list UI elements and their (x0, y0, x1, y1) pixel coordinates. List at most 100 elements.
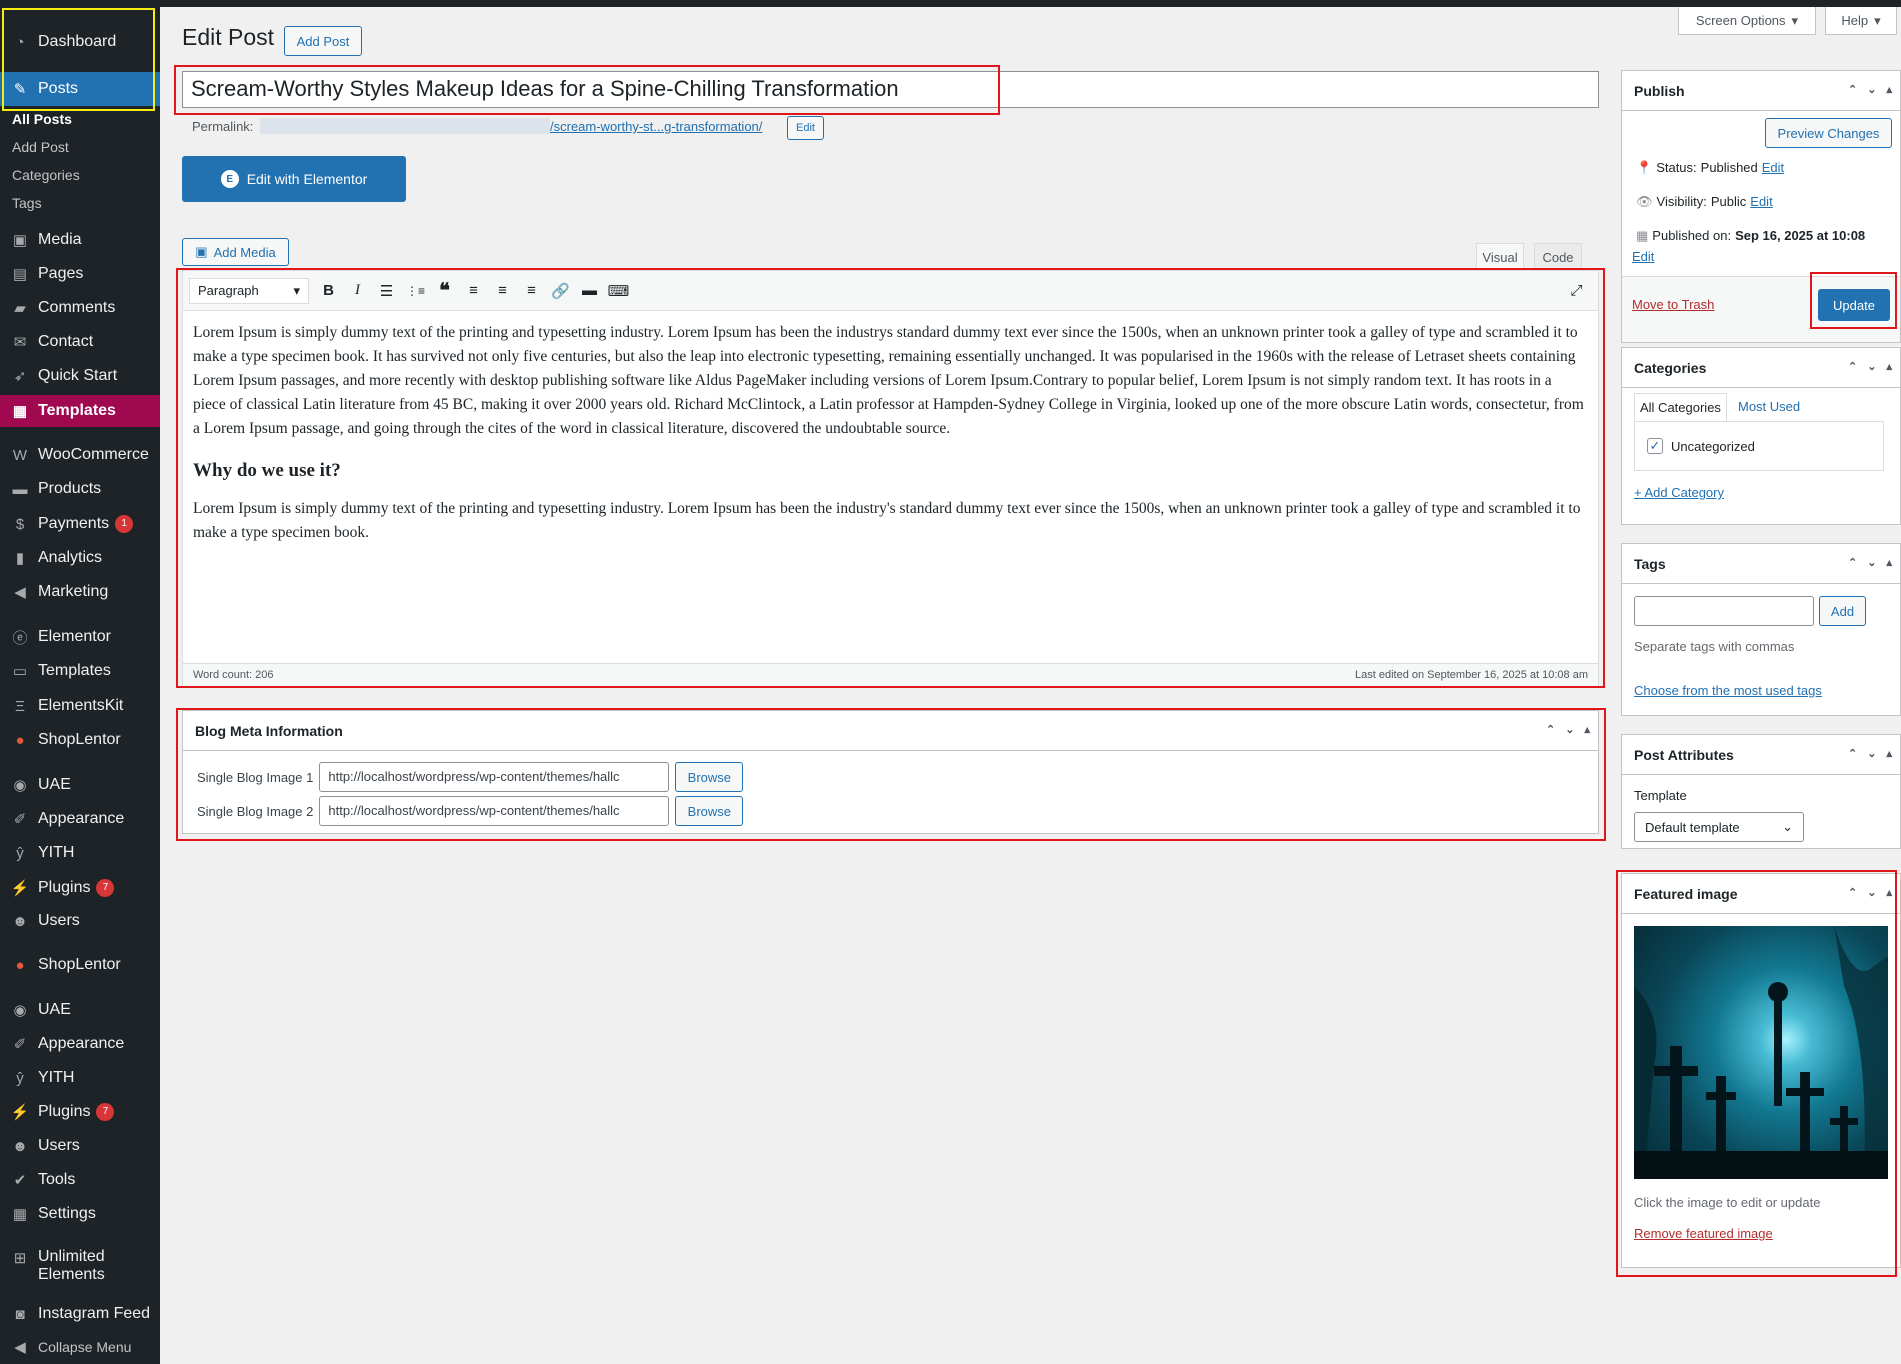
screen-options-button[interactable]: Screen Options ▾ (1678, 7, 1816, 35)
uae-icon: ◉ (13, 777, 27, 794)
status-edit-link[interactable]: Edit (1762, 160, 1784, 176)
sidebar-item-payments[interactable]: $ Payments 1 (0, 509, 160, 539)
move-up-icon[interactable]: ⌃ (1848, 360, 1857, 373)
permalink-label: Permalink: (192, 119, 254, 134)
products-icon: ▬ (12, 480, 28, 498)
sidebar-item-elementor-templates[interactable]: ▭ Templates (0, 656, 160, 686)
sidebar-item-elementor[interactable]: ⓔ Elementor (0, 622, 160, 652)
edit-with-elementor-button[interactable]: E Edit with Elementor (182, 156, 406, 202)
toggle-icon[interactable]: ▴ (1886, 83, 1892, 96)
tab-most-used[interactable]: Most Used (1738, 399, 1800, 414)
eye-icon: 👁 (1636, 194, 1653, 209)
sidebar-item-unlimited-elements[interactable]: ⊞ Unlimited Elements (0, 1244, 160, 1288)
shoplentor-icon: ● (15, 956, 25, 974)
highlight-dashboard-posts (2, 8, 155, 111)
sidebar-item-yith[interactable]: ŷ YITH (0, 838, 160, 868)
move-to-trash-link[interactable]: Move to Trash (1632, 297, 1714, 312)
toggle-icon[interactable]: ▴ (1886, 556, 1892, 569)
rocket-icon: ➶ (13, 368, 27, 385)
sidebar-item-comments[interactable]: ▰ Comments (0, 293, 160, 323)
sidebar-item-plugins-2[interactable]: ⚡ Plugins 7 (0, 1097, 160, 1127)
sidebar-item-uae-2[interactable]: ◉ UAE (0, 995, 160, 1025)
mail-icon: ✉ (13, 334, 27, 351)
highlight-blog-meta (176, 708, 1606, 841)
chart-icon: ▮ (15, 550, 25, 567)
sidebar-item-products[interactable]: ▬ Products (0, 474, 160, 504)
sidebar-item-appearance[interactable]: ✐ Appearance (0, 804, 160, 834)
sidebar-item-uae[interactable]: ◉ UAE (0, 770, 160, 800)
sidebar-item-users-2[interactable]: ☻ Users (0, 1131, 160, 1161)
sidebar-item-settings[interactable]: ▦ Settings (0, 1199, 160, 1229)
permalink-link[interactable]: /scream-worthy-st...g-transformation/ (550, 119, 762, 134)
users-icon: ☻ (12, 1137, 28, 1155)
sidebar-item-pages[interactable]: ▤ Pages (0, 259, 160, 289)
sidebar-item-users[interactable]: ☻ Users (0, 906, 160, 936)
sidebar-item-analytics[interactable]: ▮ Analytics (0, 543, 160, 573)
post-attributes-header: Post Attributes ⌃ ⌄ ▴ (1622, 735, 1900, 775)
page-title: Edit Post (182, 24, 275, 50)
move-down-icon[interactable]: ⌄ (1867, 83, 1876, 96)
tag-input[interactable] (1634, 596, 1814, 626)
move-up-icon[interactable]: ⌃ (1848, 747, 1857, 760)
add-media-button[interactable]: ▣ Add Media (182, 238, 289, 266)
move-up-icon[interactable]: ⌃ (1848, 556, 1857, 569)
permalink-redacted (260, 118, 550, 134)
sidebar-item-shoplentor-2[interactable]: ● ShopLentor (0, 950, 160, 980)
add-tag-button[interactable]: Add (1819, 596, 1866, 626)
permalink-edit-button[interactable]: Edit (787, 116, 824, 140)
tab-all-categories[interactable]: All Categories (1634, 393, 1727, 421)
caret-down-icon: ▾ (1791, 12, 1799, 28)
uae-icon: ◉ (13, 1002, 27, 1019)
plugin-icon: ⚡ (10, 880, 30, 897)
tags-box: Tags ⌃ ⌄ ▴ Add Separate tags with commas C… (1621, 543, 1901, 716)
choose-tags-link[interactable]: Choose from the most used tags (1634, 683, 1822, 698)
published-edit-link[interactable]: Edit (1632, 249, 1654, 264)
move-down-icon[interactable]: ⌄ (1867, 747, 1876, 760)
sidebar-item-shoplentor[interactable]: ● ShopLentor (0, 725, 160, 755)
tab-code[interactable]: Code (1534, 243, 1582, 270)
sidebar-item-marketing[interactable]: ◀ Marketing (0, 577, 160, 607)
sidebar-item-templates[interactable]: ▦ Templates (0, 395, 160, 427)
pin-icon: 📍 (1636, 160, 1653, 175)
preview-changes-button[interactable]: Preview Changes (1765, 118, 1892, 148)
sidebar-item-media[interactable]: ▣ Media (0, 225, 160, 255)
ekit-icon: Ξ (15, 697, 25, 715)
collapse-icon: ◀ (14, 1339, 26, 1356)
categories-header: Categories ⌃ ⌄ ▴ (1622, 348, 1900, 388)
payments-icon: $ (15, 515, 25, 533)
collapse-menu-button[interactable]: ◀ Collapse Menu (0, 1332, 160, 1362)
templates-icon: ▦ (12, 403, 28, 420)
submenu-add-post[interactable]: Add Post (12, 139, 69, 155)
sidebar-item-yith-2[interactable]: ŷ YITH (0, 1063, 160, 1093)
sidebar-item-elementskit[interactable]: Ξ ElementsKit (0, 691, 160, 721)
move-up-icon[interactable]: ⌃ (1848, 83, 1857, 96)
submenu-tags[interactable]: Tags (12, 195, 42, 211)
category-list: ✓ Uncategorized (1634, 421, 1884, 471)
submenu-all-posts[interactable]: All Posts (12, 111, 72, 127)
sidebar-item-tools[interactable]: ✔ Tools (0, 1165, 160, 1195)
toggle-icon[interactable]: ▴ (1886, 747, 1892, 760)
shoplentor-icon: ● (15, 731, 25, 749)
visibility-row: 👁 Visibility: Public Edit (1636, 194, 1773, 210)
submenu-categories[interactable]: Categories (12, 167, 80, 183)
sidebar-item-contact[interactable]: ✉ Contact (0, 327, 160, 357)
move-down-icon[interactable]: ⌄ (1867, 360, 1876, 373)
sidebar-item-appearance-2[interactable]: ✐ Appearance (0, 1029, 160, 1059)
highlight-update (1810, 272, 1897, 329)
add-post-button[interactable]: Add Post (284, 26, 362, 56)
sidebar-item-plugins[interactable]: ⚡ Plugins 7 (0, 873, 160, 903)
add-category-link[interactable]: + Add Category (1634, 485, 1724, 500)
payments-badge: 1 (115, 515, 134, 533)
checkbox-checked-icon[interactable]: ✓ (1647, 438, 1663, 454)
toggle-icon[interactable]: ▴ (1886, 360, 1892, 373)
help-button[interactable]: Help ▾ (1825, 7, 1897, 35)
sidebar-item-quick-start[interactable]: ➶ Quick Start (0, 361, 160, 391)
move-down-icon[interactable]: ⌄ (1867, 556, 1876, 569)
visibility-edit-link[interactable]: Edit (1750, 194, 1772, 210)
template-select[interactable]: Default template ⌄ (1634, 812, 1804, 842)
sidebar-item-instagram-feed[interactable]: ◙ Instagram Feed (0, 1299, 160, 1329)
plugins-badge: 7 (96, 879, 115, 897)
tab-visual[interactable]: Visual (1476, 243, 1524, 270)
admin-sidebar: ◔ Dashboard ✎ Posts All Posts Add Post Cat… (0, 7, 160, 1364)
sidebar-item-woocommerce[interactable]: W WooCommerce (0, 440, 160, 470)
